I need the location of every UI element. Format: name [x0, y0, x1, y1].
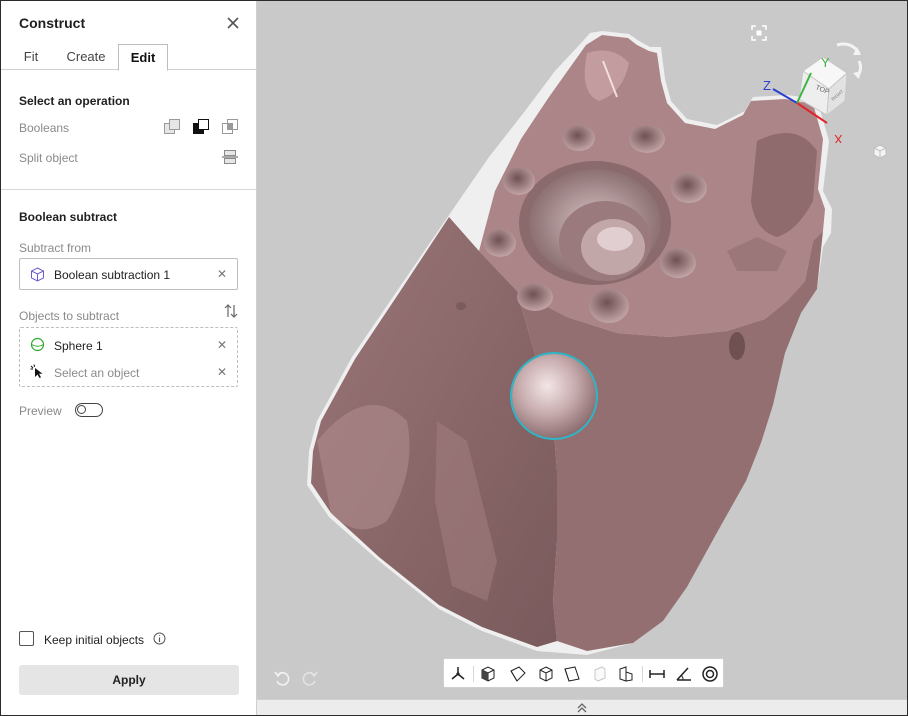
construct-panel: Construct Fit Create Edit Select an oper…	[1, 1, 257, 715]
view-back-icon[interactable]	[590, 664, 610, 684]
view-section-icon[interactable]	[616, 664, 636, 684]
keep-initial-label: Keep initial objects	[44, 633, 145, 647]
expand-panel-bar[interactable]	[257, 699, 907, 715]
booleans-label: Booleans	[19, 121, 70, 135]
view-front-icon[interactable]	[478, 664, 498, 684]
measure-radius-icon[interactable]	[700, 664, 720, 684]
split-object-label: Split object	[19, 151, 78, 165]
subtract-from-label: Subtract from	[19, 241, 92, 255]
panel-title: Construct	[19, 15, 86, 31]
view-right-icon[interactable]	[562, 664, 582, 684]
isometric-view-icon[interactable]	[871, 143, 889, 161]
bolt-hole	[484, 229, 516, 257]
chevron-up-icon[interactable]	[575, 701, 589, 715]
redo-icon[interactable]	[301, 669, 319, 687]
measure-angle-icon[interactable]	[674, 664, 694, 684]
bolt-hole	[589, 289, 629, 323]
undo-icon[interactable]	[273, 669, 291, 687]
bolt-hole	[503, 167, 535, 195]
sphere-1-object[interactable]	[510, 352, 598, 440]
clear-subtract-from-icon[interactable]: ✕	[217, 267, 227, 281]
tab-edit[interactable]: Edit	[118, 44, 168, 71]
select-object-placeholder: Select an object	[54, 366, 140, 380]
part-side-hole	[729, 332, 745, 360]
measure-distance-icon[interactable]	[647, 664, 667, 684]
split-object-icon[interactable]	[221, 148, 239, 166]
bolt-hole	[563, 125, 595, 151]
tab-bar: Fit Create Edit	[1, 44, 257, 71]
axis-z-label: Z	[763, 78, 771, 93]
toggle-knob	[77, 405, 86, 414]
boolean-union-icon[interactable]	[163, 118, 181, 136]
toolbar-separator	[642, 666, 643, 682]
remove-object-icon[interactable]: ✕	[217, 338, 227, 352]
app-window: Construct Fit Create Edit Select an oper…	[0, 0, 908, 716]
mesh-cube-icon	[31, 267, 44, 282]
boss-highlight	[597, 227, 633, 251]
view-left-icon[interactable]	[508, 664, 528, 684]
object-name: Sphere 1	[54, 339, 103, 353]
bolt-hole	[671, 173, 707, 203]
section-divider	[1, 189, 257, 190]
preview-toggle[interactable]	[75, 403, 103, 417]
boolean-intersect-icon[interactable]	[221, 118, 239, 136]
sphere-body[interactable]	[512, 354, 596, 438]
tab-fit[interactable]: Fit	[11, 44, 51, 70]
select-object-row[interactable]: Select an object ✕	[20, 358, 237, 384]
objects-to-subtract-label: Objects to subtract	[19, 309, 120, 323]
preview-label: Preview	[19, 404, 62, 418]
sphere-icon	[30, 337, 45, 352]
objects-to-subtract-list: Sphere 1 ✕ Select an object ✕	[19, 327, 238, 387]
boolean-subtract-icon[interactable]	[192, 118, 210, 136]
close-icon[interactable]	[223, 13, 243, 33]
boolean-subtract-title: Boolean subtract	[19, 210, 118, 224]
tab-create[interactable]: Create	[57, 44, 115, 70]
toolbar-separator	[473, 666, 474, 682]
axis-y-label: Y	[821, 55, 830, 70]
select-cursor-icon	[30, 364, 43, 378]
3d-viewport[interactable]: TOP RIGHT Z X Y	[257, 1, 907, 699]
select-operation-title: Select an operation	[19, 94, 130, 108]
triad-icon[interactable]	[448, 664, 468, 684]
axis-x-label: X	[834, 132, 843, 143]
axis-z-line	[772, 88, 798, 104]
apply-button[interactable]: Apply	[19, 665, 239, 695]
subtract-from-field[interactable]: Boolean subtraction 1 ✕	[19, 258, 238, 290]
bolt-hole	[629, 125, 665, 153]
subtract-from-value: Boolean subtraction 1	[54, 268, 171, 282]
bolt-hole	[660, 248, 696, 278]
list-item-sphere[interactable]: Sphere 1 ✕	[20, 331, 237, 357]
swap-order-icon[interactable]	[223, 303, 239, 319]
clear-select-icon[interactable]: ✕	[217, 365, 227, 379]
small-dimple	[456, 302, 466, 310]
view-iso-icon[interactable]	[536, 664, 556, 684]
info-icon[interactable]	[153, 632, 166, 645]
keep-initial-checkbox[interactable]	[19, 631, 34, 646]
view-toolbar	[443, 658, 724, 688]
navigation-cube[interactable]: TOP RIGHT Z X Y	[753, 33, 873, 143]
bolt-hole	[517, 283, 553, 311]
